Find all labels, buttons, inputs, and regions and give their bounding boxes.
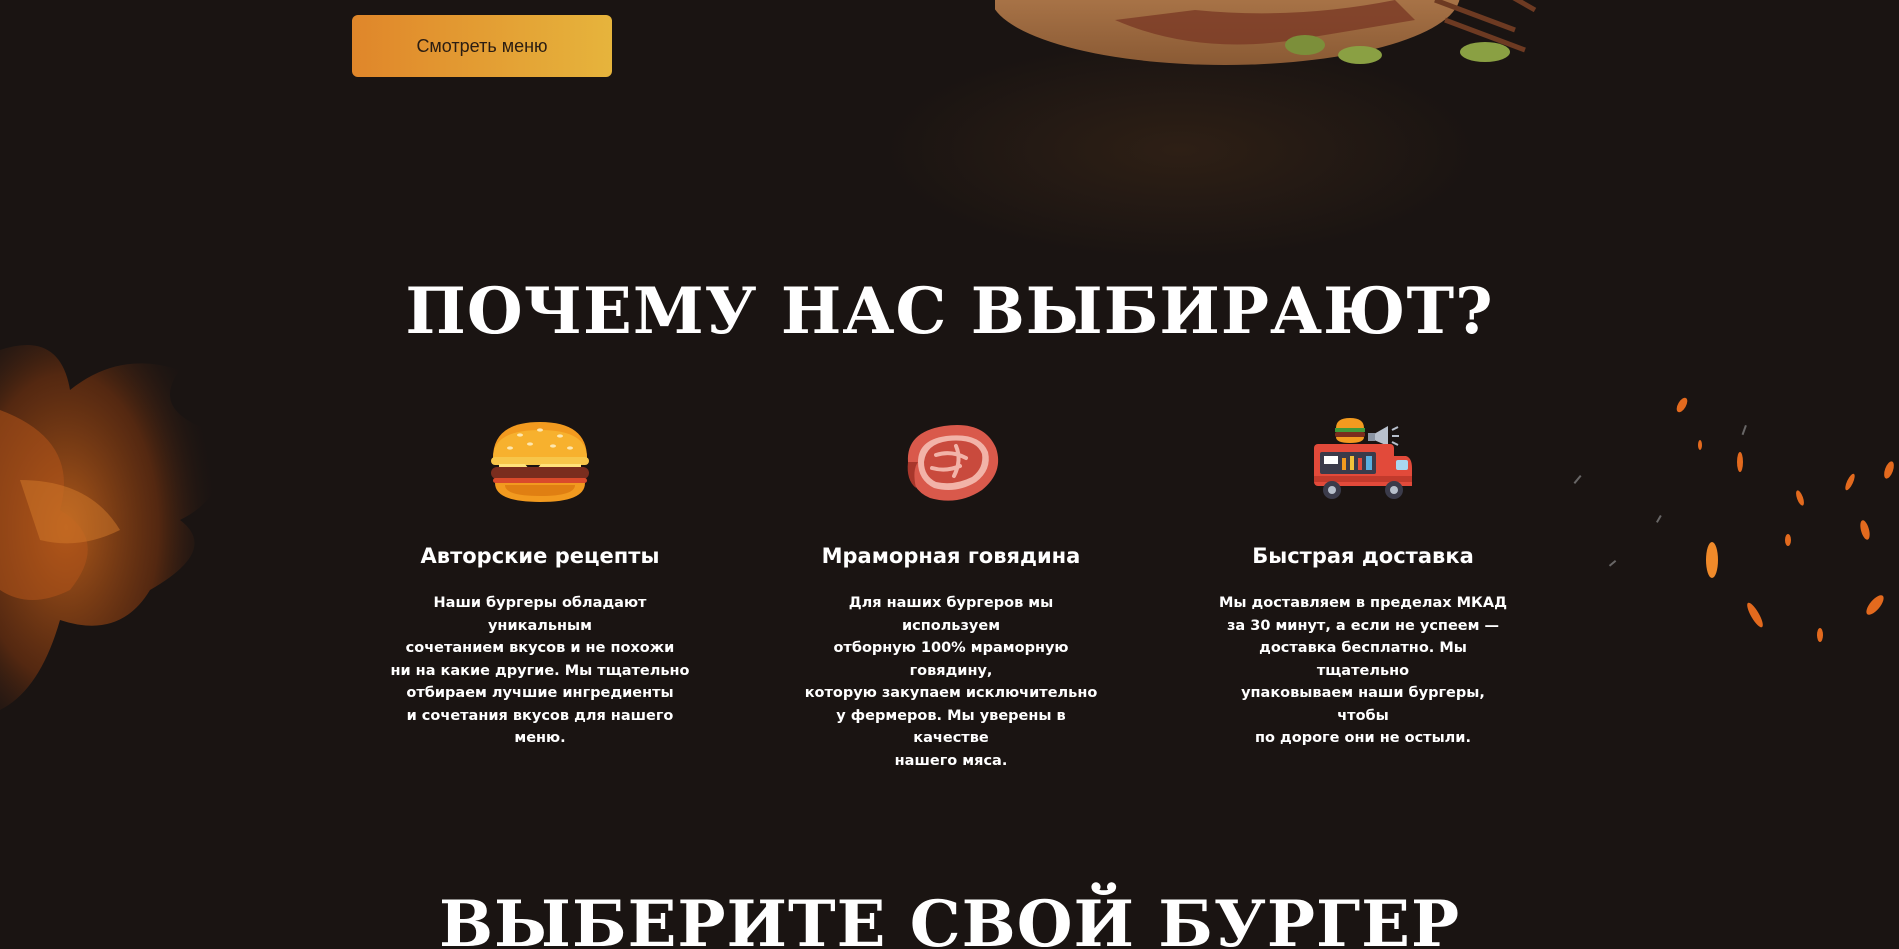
feature-title: Мраморная говядина: [821, 544, 1081, 568]
features-list: Авторские рецепты Наши бургеры обладают …: [0, 410, 1899, 769]
feature-item-recipes: Авторские рецепты Наши бургеры обладают …: [380, 410, 700, 750]
food-truck-icon: [1308, 410, 1418, 510]
feature-item-beef: Мраморная говядина Для наших бургеров мы…: [791, 410, 1111, 772]
feature-text: Для наших бургеров мы используем отборну…: [804, 595, 1098, 769]
meat-steak-icon: [896, 410, 1006, 510]
hero-glow: [880, 40, 1480, 260]
feature-title: Быстрая доставка: [1252, 544, 1474, 568]
hero-burger-image: [995, 0, 1537, 65]
feature-item-delivery: Быстрая доставка Мы доставляем в предела…: [1203, 410, 1523, 750]
feature-title: Авторские рецепты: [420, 544, 660, 568]
feature-text: Наши бургеры обладают уникальным сочетан…: [390, 595, 690, 746]
why-us-title: ПОЧЕМУ НАС ВЫБИРАЮТ?: [405, 274, 1494, 349]
page: Смотреть меню ПОЧЕМУ НАС ВЫБИРАЮТ? Автор…: [0, 0, 1899, 949]
burger-icon: [485, 410, 595, 510]
view-menu-button[interactable]: Смотреть меню: [352, 15, 612, 77]
feature-text: Мы доставляем в пределах МКАД за 30 мину…: [1218, 595, 1508, 746]
choose-burger-title: ВЫБЕРИТЕ СВОЙ БУРГЕР: [438, 887, 1461, 949]
